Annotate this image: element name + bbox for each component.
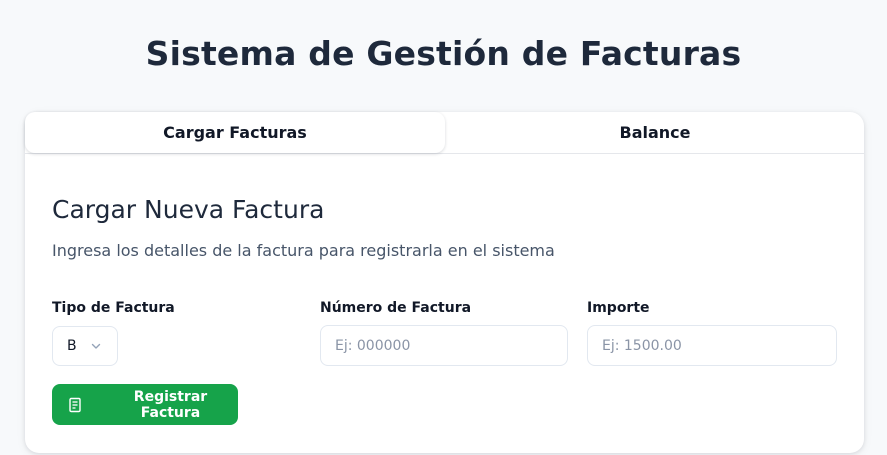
invoice-card: Cargar Facturas Balance Cargar Nueva Fac… <box>25 112 864 453</box>
registrar-factura-button[interactable]: Registrar Factura <box>52 384 238 425</box>
numero-factura-label: Número de Factura <box>320 300 472 316</box>
page-title: Sistema de Gestión de Facturas <box>145 34 742 73</box>
tab-cargar-facturas[interactable]: Cargar Facturas <box>25 112 445 153</box>
form-title: Cargar Nueva Factura <box>52 195 325 224</box>
document-icon <box>67 397 83 413</box>
tipo-factura-value: B <box>67 338 77 354</box>
tipo-factura-select[interactable]: B <box>52 326 118 366</box>
tab-bar: Cargar Facturas Balance <box>25 112 864 154</box>
importe-label: Importe <box>587 300 650 316</box>
tab-balance[interactable]: Balance <box>445 112 865 153</box>
form-subtitle: Ingresa los detalles de la factura para … <box>52 241 555 260</box>
registrar-factura-label: Registrar Factura <box>133 388 208 421</box>
tipo-factura-label: Tipo de Factura <box>52 300 175 316</box>
chevron-down-icon <box>90 340 102 356</box>
importe-input[interactable] <box>587 325 837 366</box>
numero-factura-input[interactable] <box>320 325 568 366</box>
